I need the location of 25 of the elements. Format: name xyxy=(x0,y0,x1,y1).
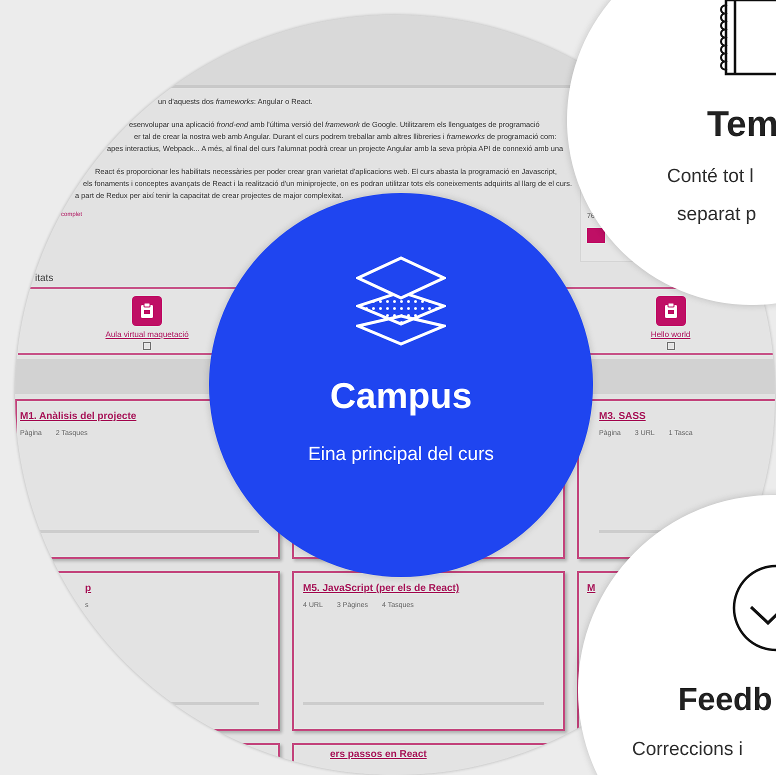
activity-icon[interactable] xyxy=(132,296,162,326)
feature-title: Campus xyxy=(330,374,472,418)
feature-description: separat p xyxy=(677,203,756,227)
feature-description: Eina principal del curs xyxy=(308,443,494,467)
activity-checkbox[interactable] xyxy=(143,342,152,350)
section-heading: itats xyxy=(35,273,54,285)
activity-icon[interactable] xyxy=(656,296,686,326)
clipboard-icon xyxy=(140,303,154,319)
module-title-link[interactable]: ers passos en React xyxy=(330,749,427,760)
feature-description: Correccions i xyxy=(632,738,743,762)
feature-description: Conté tot l xyxy=(667,165,754,189)
side-card-button[interactable] xyxy=(587,228,605,243)
notebook-icon xyxy=(718,0,776,76)
feature-title: Tem xyxy=(707,102,776,146)
module-title-link[interactable]: p xyxy=(85,583,92,594)
layers-icon xyxy=(356,256,446,346)
activity-link[interactable]: Hello world xyxy=(650,330,690,339)
clipboard-icon xyxy=(664,303,678,319)
module-title-link[interactable]: M5. JavaScript (per els de React) xyxy=(303,583,460,594)
module-title-link[interactable]: M1. Anàlisis del projecte xyxy=(20,411,136,422)
activity-link[interactable]: Aula virtual maquetació xyxy=(106,330,189,339)
activity-checkbox[interactable] xyxy=(666,342,675,350)
module-title-link[interactable]: M3. SASS xyxy=(599,411,646,422)
feature-title: Feedb xyxy=(678,680,772,719)
module-title-link[interactable]: M xyxy=(587,583,596,594)
